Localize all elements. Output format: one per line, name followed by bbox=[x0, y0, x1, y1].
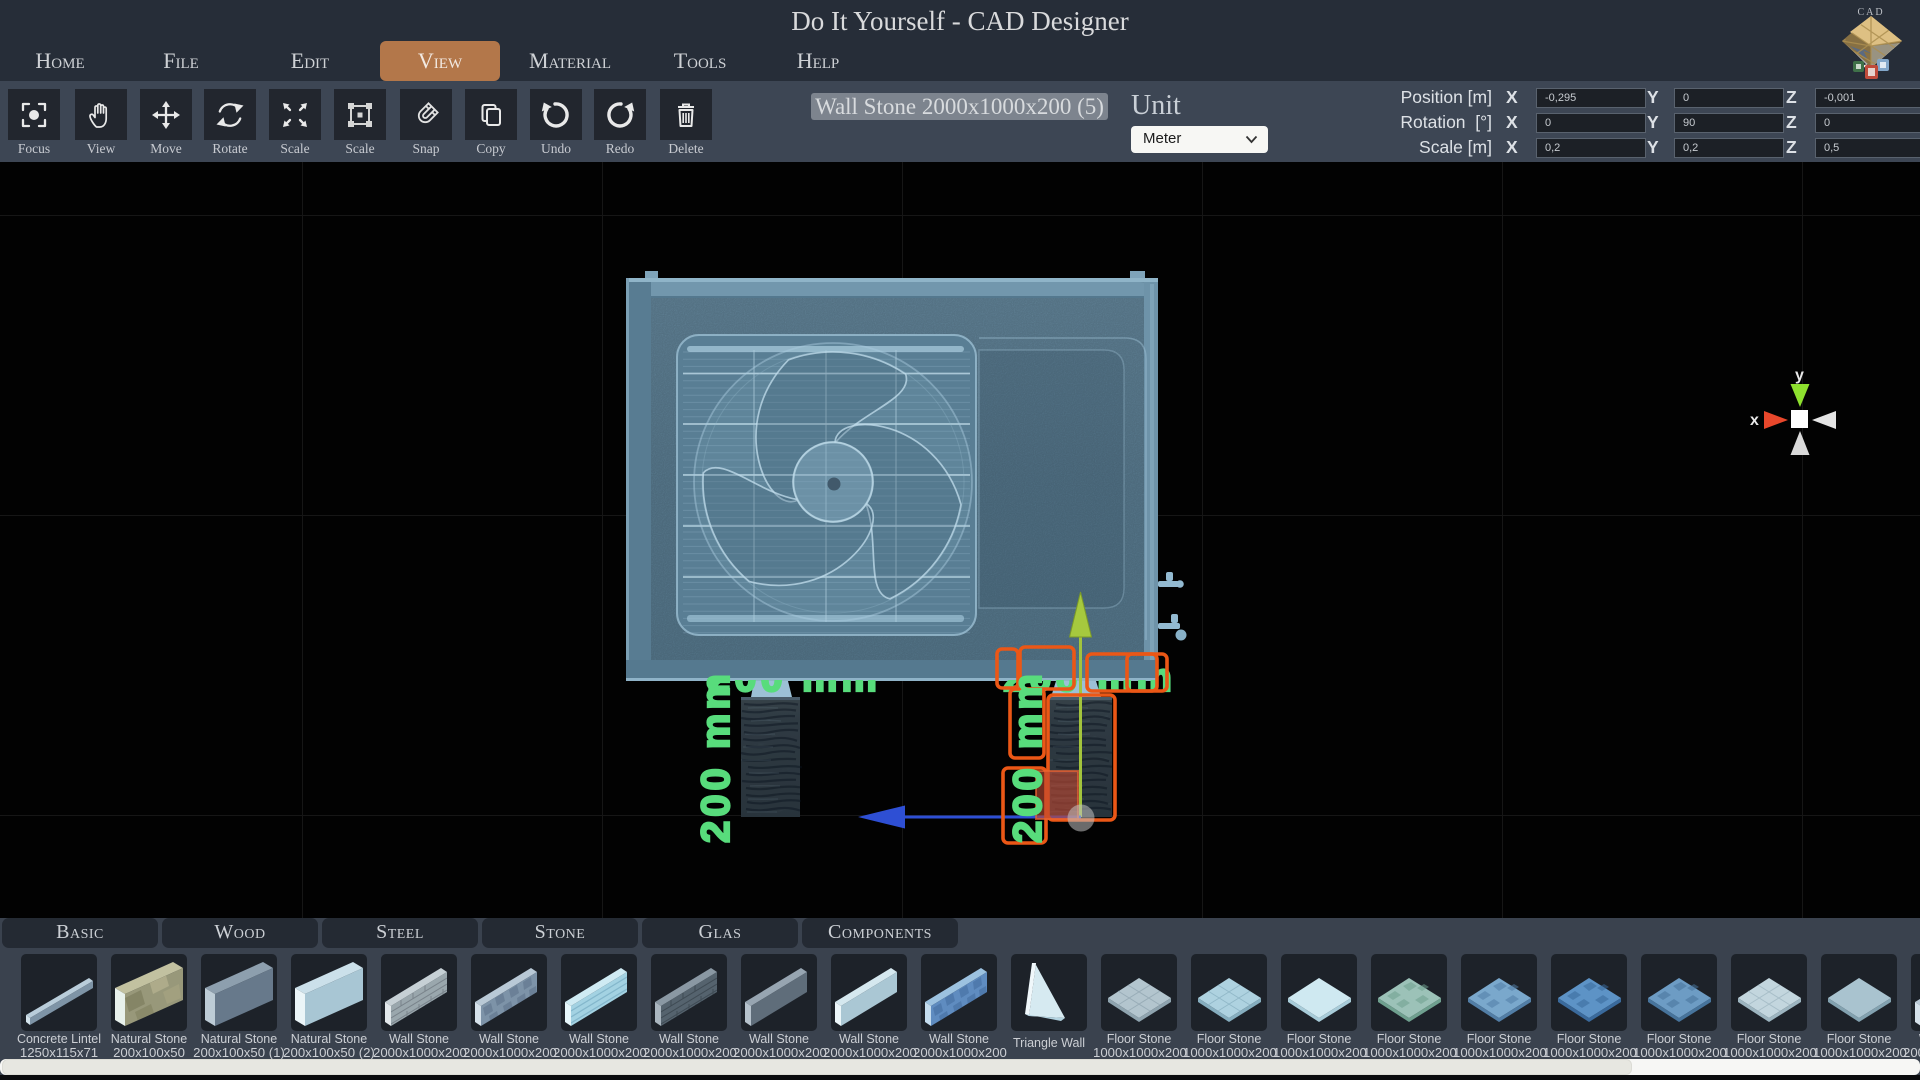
svg-text:x: x bbox=[1750, 412, 1759, 429]
svg-text:200 mm: 200 mm bbox=[1006, 670, 1050, 843]
svg-text:y: y bbox=[1795, 367, 1804, 384]
